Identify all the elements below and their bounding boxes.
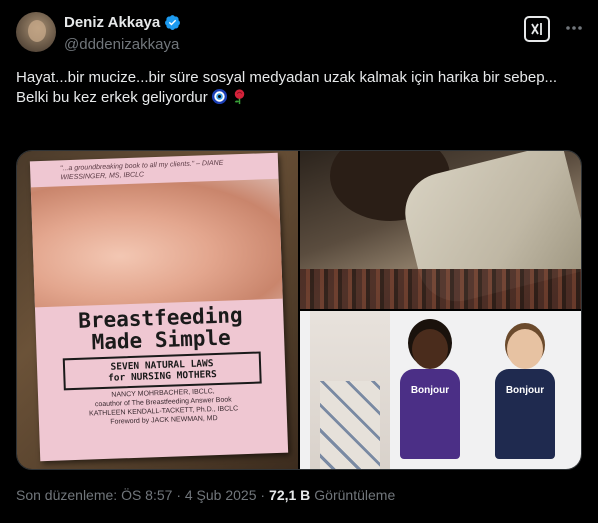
child-figure-2: Bonjour <box>490 329 560 459</box>
book-quote: "...a groundbreaking book to all my clie… <box>59 159 224 182</box>
views-label: Görüntüleme <box>314 487 396 503</box>
author-row: Deniz Akkaya <box>64 14 181 31</box>
tweet-line-2-text: Belki bu kez erkek geliyordur <box>16 89 208 106</box>
more-icon <box>566 26 582 30</box>
child-figure-1: Bonjour <box>395 329 465 459</box>
grok-button[interactable] <box>524 16 550 42</box>
tweet-text: Hayat...bir mucize...bir süre sosyal med… <box>16 68 582 108</box>
nazar-icon <box>211 88 227 105</box>
rose-icon <box>234 89 244 105</box>
handle[interactable]: @dddenizakkaya <box>64 36 179 53</box>
more-options-button[interactable] <box>562 16 586 40</box>
book-photo[interactable]: "...a groundbreaking book to all my clie… <box>17 151 298 469</box>
shirt-text-1: Bonjour <box>410 385 450 396</box>
tweet-line-1: Hayat...bir mucize...bir süre sosyal med… <box>16 69 558 86</box>
views-count: 72,1 B <box>269 487 311 503</box>
verified-badge-icon <box>165 15 181 30</box>
tweet-footer: Son düzenleme: ÖS 8:57 · 4 Şub 2025 · 72… <box>16 487 395 503</box>
book-subtitle: SEVEN NATURAL LAWS for NURSING MOTHERS <box>62 351 262 391</box>
family-photo[interactable]: Bonjour Bonjour <box>300 311 581 469</box>
tweet-line-2: Belki bu kez erkek geliyordur <box>16 88 582 108</box>
grok-icon <box>531 23 542 35</box>
media-grid: "...a groundbreaking book to all my clie… <box>16 150 582 470</box>
book-title: Breastfeeding Made Simple <box>55 303 266 354</box>
book-authors: NANCY MOHRBACHER, IBCLC, coauthor of The… <box>58 385 269 428</box>
shirt-text-2: Bonjour <box>505 385 545 396</box>
mother-figure <box>310 311 390 469</box>
edited-timestamp[interactable]: Son düzenleme: ÖS 8:57 · 4 Şub 2025 · <box>16 487 265 503</box>
display-name[interactable]: Deniz Akkaya <box>64 14 160 31</box>
baby-photo <box>30 178 283 308</box>
avatar[interactable] <box>16 12 56 52</box>
book-cover: "...a groundbreaking book to all my clie… <box>29 152 289 462</box>
pregnancy-photo[interactable] <box>300 151 581 309</box>
